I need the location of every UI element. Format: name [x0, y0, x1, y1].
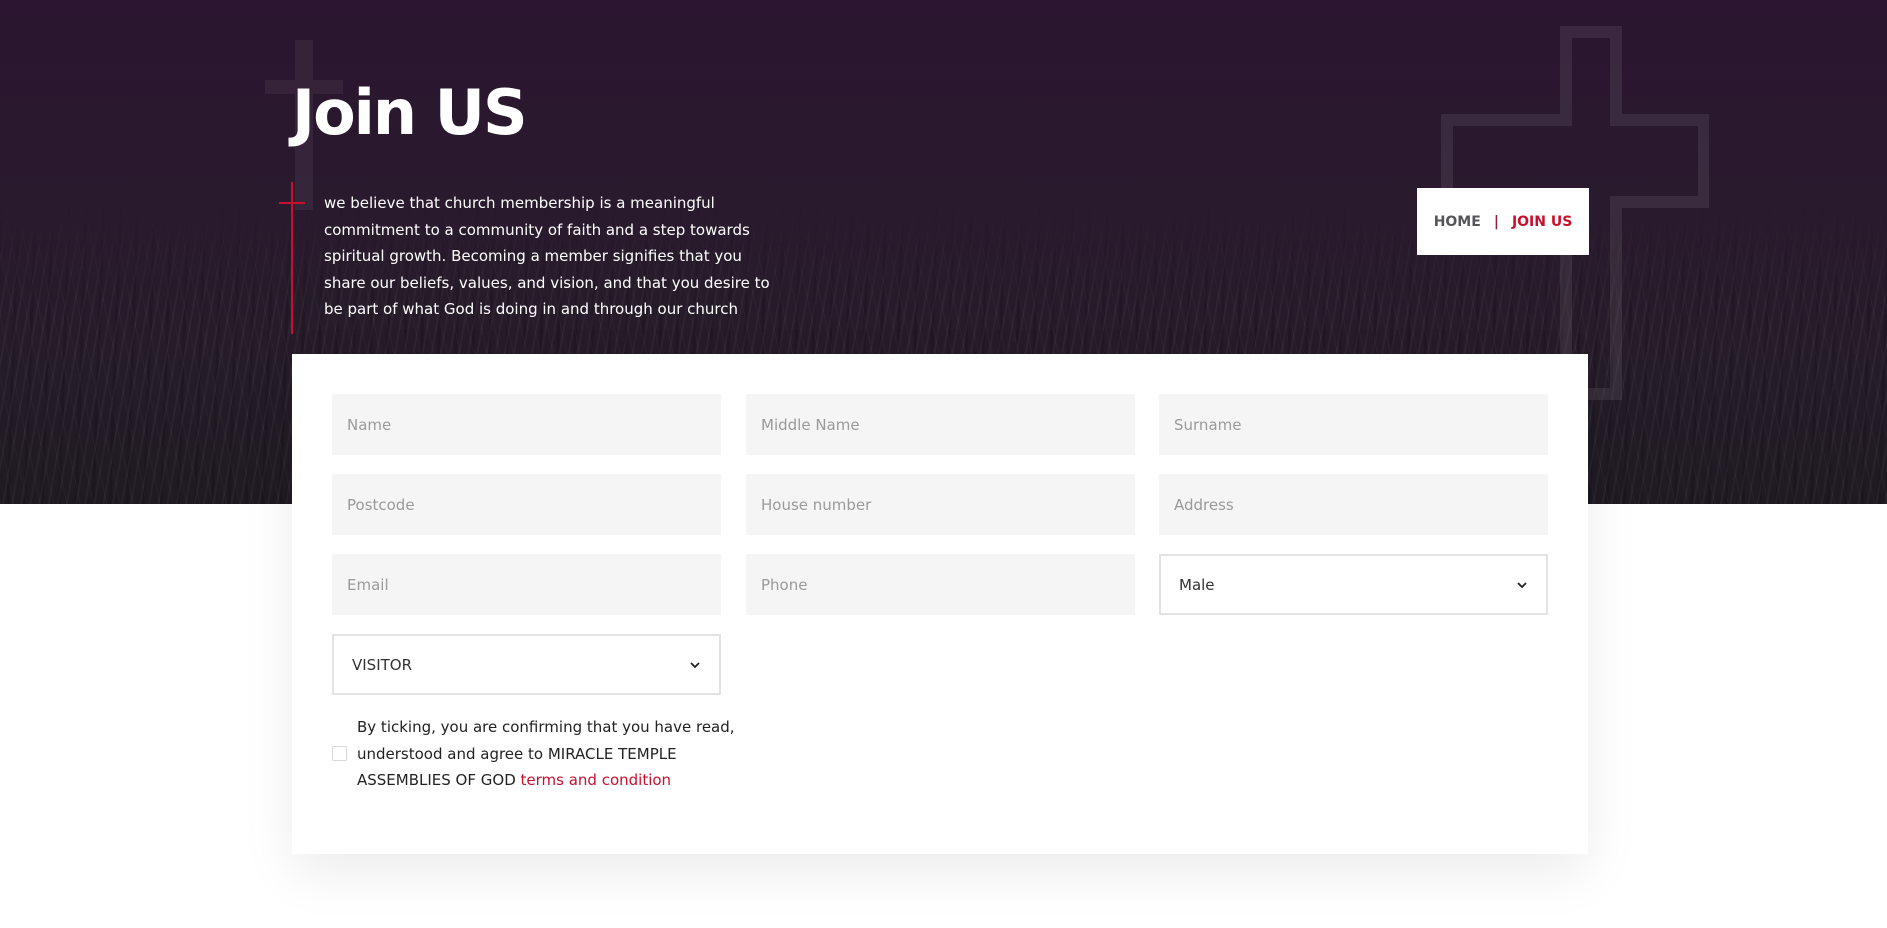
address-input[interactable]	[1159, 474, 1548, 535]
chevron-down-icon	[1517, 581, 1527, 588]
breadcrumb-current: JOIN US	[1511, 213, 1573, 230]
gender-select[interactable]: Male	[1159, 554, 1548, 615]
postcode-input[interactable]	[332, 474, 721, 535]
chevron-down-icon	[690, 661, 700, 668]
gender-select-value: Male	[1179, 575, 1215, 594]
phone-input[interactable]	[746, 554, 1135, 615]
membership-type-select-value: VISITOR	[352, 655, 413, 674]
membership-type-select[interactable]: VISITOR	[332, 634, 721, 695]
breadcrumb-home-link[interactable]: HOME	[1434, 214, 1481, 230]
middle-name-input[interactable]	[746, 394, 1135, 455]
name-input[interactable]	[332, 394, 721, 455]
house-number-input[interactable]	[746, 474, 1135, 535]
terms-checkbox[interactable]	[332, 746, 347, 761]
page-title: Join US	[292, 76, 528, 149]
surname-input[interactable]	[1159, 394, 1548, 455]
intro-accent-tick	[279, 202, 305, 204]
email-input[interactable]	[332, 554, 721, 615]
terms-label: By ticking, you are confirming that you …	[357, 714, 747, 794]
intro-accent-line	[291, 182, 293, 334]
join-form: Male VISITOR By ticking, you are confirm…	[292, 354, 1588, 854]
terms-link[interactable]: terms and condition	[521, 771, 672, 789]
breadcrumb: HOME | JOIN US	[1417, 188, 1589, 255]
intro-text: we believe that church membership is a m…	[324, 194, 770, 318]
breadcrumb-separator: |	[1493, 213, 1499, 230]
